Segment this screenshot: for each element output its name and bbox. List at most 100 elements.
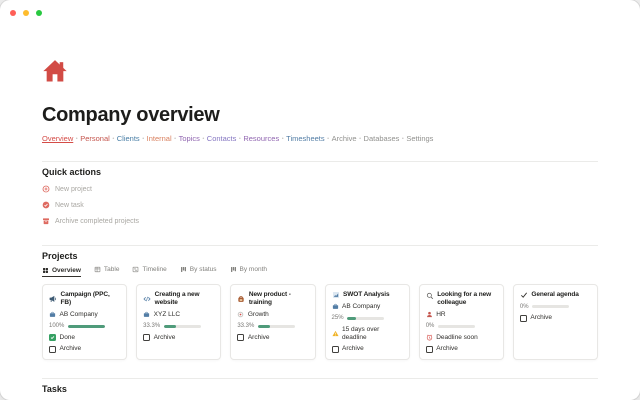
nav-link-settings[interactable]: Settings	[406, 134, 433, 143]
nav-separator: •	[281, 136, 284, 142]
briefcase-icon	[332, 303, 339, 310]
alarm-clock-icon	[426, 334, 433, 341]
tab-by-status[interactable]: By status	[180, 266, 217, 277]
progress-bar	[437, 324, 475, 328]
nav-separator: •	[401, 136, 404, 142]
archive-label: Archive	[59, 345, 82, 352]
project-title: Campaign (PPC, FB)	[60, 291, 110, 306]
archive-label: Archive	[247, 333, 270, 341]
nav-link-timesheets[interactable]: Timesheets	[286, 134, 325, 143]
project-title: General agenda	[531, 291, 579, 298]
house-icon[interactable]	[42, 58, 598, 83]
archive-checkbox[interactable]	[331, 345, 339, 353]
tab-overview[interactable]: Overview	[42, 266, 81, 277]
project-card-swot[interactable]: SWOT Analysis AB Company 25% 15 days ove…	[324, 284, 410, 360]
done-checkbox[interactable]	[49, 334, 56, 341]
megaphone-icon	[49, 295, 57, 303]
tab-timeline[interactable]: Timeline	[132, 266, 167, 277]
person-icon	[426, 311, 433, 318]
new-task-label: New task	[55, 201, 84, 209]
nav-link-contacts[interactable]: Contacts	[207, 134, 237, 143]
progress-bar	[67, 324, 105, 328]
project-card-agenda[interactable]: General agenda 0% Archive	[512, 284, 599, 360]
minimize-button[interactable]	[23, 10, 29, 16]
nav-separator: •	[174, 136, 177, 142]
nav-link-internal[interactable]: Internal	[147, 134, 172, 143]
archive-label: Archive	[153, 333, 176, 341]
new-project-button[interactable]: New project	[42, 185, 598, 193]
nav-link-topics[interactable]: Topics	[179, 134, 200, 143]
tab-by-status-label: By status	[189, 266, 217, 273]
archive-label: Archive	[342, 345, 364, 352]
archive-box-icon	[42, 217, 50, 225]
page-title: Company overview	[42, 104, 220, 126]
progress-fill	[67, 324, 105, 328]
progress-bar	[532, 305, 570, 308]
nav-link-databases[interactable]: Databases	[364, 134, 400, 143]
check-icon	[520, 291, 528, 299]
progress-label: 33.3%	[237, 323, 255, 329]
progress-fill	[347, 316, 357, 320]
nav-separator: •	[75, 136, 78, 142]
table-icon	[94, 266, 101, 273]
archive-completed-label: Archive completed projects	[55, 217, 140, 225]
projects-view-tabs: Overview Table Timeline By status By mon…	[42, 266, 598, 277]
chart-icon	[332, 291, 340, 299]
project-card-campaign[interactable]: Campaign (PPC, FB) AB Company 100% Done …	[42, 284, 128, 360]
quick-actions-section: Quick actions New project New task Archi…	[42, 161, 598, 225]
nav-separator: •	[359, 136, 362, 142]
tab-by-month[interactable]: By month	[230, 266, 267, 277]
zoom-button[interactable]	[36, 10, 42, 16]
nav-link-personal[interactable]: Personal	[80, 134, 110, 143]
archive-checkbox[interactable]	[237, 334, 245, 341]
project-card-colleague[interactable]: Looking for a new colleague HR 0% Deadli…	[418, 284, 504, 360]
archive-completed-button[interactable]: Archive completed projects	[42, 217, 598, 225]
projects-title: Projects	[42, 251, 78, 261]
project-org: Growth	[247, 310, 269, 318]
progress-bar	[257, 324, 295, 328]
nav-link-resources[interactable]: Resources	[243, 134, 279, 143]
project-card-website[interactable]: Creating a new website XYZ LLC 33.3% Arc…	[136, 284, 222, 360]
nav-link-archive[interactable]: Archive	[332, 134, 357, 143]
new-project-label: New project	[55, 185, 92, 193]
backpack-icon	[237, 295, 245, 303]
new-task-button[interactable]: New task	[42, 201, 598, 209]
project-org: HR	[436, 310, 446, 318]
project-title: Creating a new website	[154, 291, 200, 306]
warning-icon	[331, 330, 339, 337]
progress-bar	[347, 316, 385, 320]
nav-separator: •	[327, 136, 330, 142]
project-org: AB Company	[342, 302, 381, 310]
tab-table[interactable]: Table	[94, 266, 120, 277]
projects-section: Projects Overview Table Timeline By stat…	[42, 245, 599, 360]
archive-checkbox[interactable]	[143, 334, 151, 341]
tab-by-month-label: By month	[239, 266, 267, 273]
progress-fill	[163, 324, 176, 328]
status-label: Deadline soon	[436, 333, 478, 341]
archive-checkbox[interactable]	[49, 345, 56, 353]
status-label: 15 days over deadline	[342, 325, 380, 341]
tab-overview-label: Overview	[52, 266, 81, 274]
project-gallery: Campaign (PPC, FB) AB Company 100% Done …	[42, 284, 599, 360]
archive-checkbox[interactable]	[519, 314, 527, 322]
project-card-training[interactable]: New product - training Growth 33.3% Arch…	[230, 284, 316, 360]
check-circle-icon	[42, 201, 50, 209]
briefcase-icon	[143, 311, 150, 318]
progress-label: 0%	[425, 323, 435, 329]
progress-bar	[163, 324, 201, 328]
progress-label: 100%	[49, 323, 65, 329]
gallery-icon	[42, 267, 49, 274]
tab-table-label: Table	[103, 266, 120, 273]
nav-link-clients[interactable]: Clients	[117, 134, 140, 143]
search-icon	[426, 292, 434, 300]
progress-label: 0%	[519, 303, 529, 310]
archive-checkbox[interactable]	[425, 345, 433, 353]
close-button[interactable]	[10, 10, 16, 16]
timeline-icon	[132, 266, 139, 273]
nav-link-overview[interactable]: Overview	[42, 134, 73, 143]
archive-label: Archive	[530, 314, 553, 321]
tasks-title: Tasks	[42, 384, 67, 394]
progress-fill	[257, 324, 271, 328]
window-controls	[10, 10, 42, 16]
project-title: SWOT Analysis	[343, 291, 390, 298]
